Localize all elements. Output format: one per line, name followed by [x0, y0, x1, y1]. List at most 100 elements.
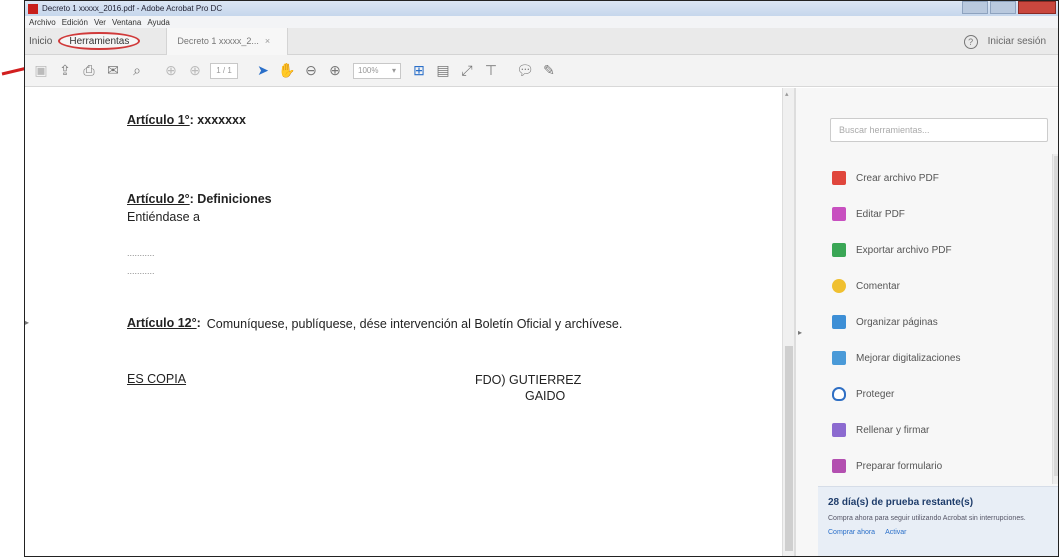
minimize-button[interactable]: [962, 1, 988, 14]
tool-organize-pages[interactable]: Organizar páginas: [832, 304, 961, 340]
article-2: Artículo 2°: Definiciones: [127, 192, 272, 206]
article-2-body: Entiéndase a: [127, 210, 200, 224]
tool-export-pdf[interactable]: Exportar archivo PDF: [832, 232, 961, 268]
signin-link[interactable]: Iniciar sesión: [988, 36, 1046, 47]
article-2-label: Artículo 2°: [127, 192, 190, 206]
window-controls: [962, 1, 1056, 14]
help-icon[interactable]: ?: [963, 34, 978, 49]
tool-enhance-scans[interactable]: Mejorar digitalizaciones: [832, 340, 961, 376]
scroll-up-icon[interactable]: ▴: [785, 90, 789, 98]
tools-scrollbar[interactable]: [1052, 154, 1058, 484]
tools-list: Crear archivo PDF Editar PDF Exportar ar…: [832, 160, 961, 484]
acrobat-window: Decreto 1 xxxxx_2016.pdf - Adobe Acrobat…: [24, 0, 1059, 557]
zoom-value: 100%: [358, 66, 379, 75]
tool-prepare-form[interactable]: Preparar formulario: [832, 448, 961, 484]
menu-bar: Archivo Edición Ver Ventana Ayuda: [25, 16, 1058, 28]
tool-comment[interactable]: Comentar: [832, 268, 961, 304]
previous-page-icon[interactable]: ⊕: [159, 59, 183, 83]
activate-link[interactable]: Activar: [885, 529, 906, 536]
tab-inicio[interactable]: Inicio: [25, 36, 58, 47]
signature-line-2: GAIDO: [525, 389, 566, 403]
edit-pdf-icon: [832, 207, 846, 221]
upload-cloud-icon[interactable]: ⇪: [53, 59, 77, 83]
save-icon[interactable]: ▣: [29, 59, 53, 83]
left-panel-toggle-icon[interactable]: ▸: [25, 318, 29, 327]
print-icon[interactable]: ⎙: [77, 59, 101, 83]
right-panel-toggle-icon[interactable]: ▸: [798, 328, 802, 337]
next-page-icon[interactable]: ⊕: [183, 59, 207, 83]
tools-pane: ▸ Buscar herramientas... Crear archivo P…: [795, 88, 1058, 556]
tool-label: Proteger: [856, 388, 895, 400]
menu-edicion[interactable]: Edición: [62, 18, 88, 27]
search-tools-input[interactable]: Buscar herramientas...: [830, 118, 1048, 142]
comment-icon[interactable]: 💬︎: [513, 59, 537, 83]
page-current: 1: [216, 66, 221, 75]
comment-bubble-icon: [832, 279, 846, 293]
select-cursor-icon[interactable]: ➤: [251, 59, 275, 83]
close-tab-icon[interactable]: ×: [265, 36, 270, 46]
tool-label: Comentar: [856, 280, 900, 292]
tool-label: Editar PDF: [856, 208, 905, 220]
trial-links: Comprar ahora Activar: [828, 529, 1051, 536]
export-pdf-icon: [832, 243, 846, 257]
trial-title: 28 día(s) de prueba restante(s): [828, 497, 974, 508]
tab-bar: Inicio Herramientas Decreto 1 xxxxx_2...…: [25, 27, 1058, 55]
tab-herramientas[interactable]: Herramientas: [58, 32, 141, 50]
article-1-label: Artículo 1°: [127, 113, 190, 127]
tool-protect[interactable]: Proteger: [832, 376, 961, 412]
header-right: ? Iniciar sesión: [963, 28, 1046, 55]
prepare-form-icon: [832, 459, 846, 473]
page-number-input[interactable]: 1 / 1: [210, 62, 238, 79]
tool-label: Crear archivo PDF: [856, 172, 939, 184]
tool-fill-sign[interactable]: Rellenar y firmar: [832, 412, 961, 448]
tool-label: Organizar páginas: [856, 316, 938, 328]
enhance-scans-icon: [832, 351, 846, 365]
search-icon[interactable]: ⌕: [125, 59, 149, 83]
es-copia: ES COPIA: [127, 372, 187, 386]
signature-block: FDO) GUTIERREZ GAIDO: [475, 372, 581, 404]
trial-banner: 28 día(s) de prueba restante(s) Compra a…: [818, 486, 1058, 556]
signature-line-1: FDO) GUTIERREZ: [475, 373, 582, 387]
tab-document[interactable]: Decreto 1 xxxxx_2... ×: [166, 27, 289, 55]
organize-pages-icon: [832, 315, 846, 329]
article-2-text: : Definiciones: [189, 192, 272, 206]
page-total: / 1: [222, 66, 232, 75]
scrollbar-thumb[interactable]: [1054, 156, 1058, 476]
chevron-down-icon: ▾: [391, 66, 396, 75]
close-window-button[interactable]: [1018, 1, 1056, 14]
article-1-text: : xxxxxxx: [189, 113, 246, 127]
email-icon[interactable]: ✉: [101, 59, 125, 83]
tool-label: Mejorar digitalizaciones: [856, 352, 961, 364]
marquee-zoom-icon[interactable]: ⊤: [479, 59, 503, 83]
zoom-in-icon[interactable]: ⊕: [323, 59, 347, 83]
hand-tool-icon[interactable]: ✋: [275, 59, 299, 83]
title-bar: Decreto 1 xxxxx_2016.pdf - Adobe Acrobat…: [25, 1, 1058, 16]
tool-create-pdf[interactable]: Crear archivo PDF: [832, 160, 961, 196]
zoom-out-icon[interactable]: ⊖: [299, 59, 323, 83]
scrollbar-thumb[interactable]: [785, 346, 793, 551]
tool-label: Preparar formulario: [856, 460, 943, 472]
menu-ver[interactable]: Ver: [94, 18, 106, 27]
window-title: Decreto 1 xxxxx_2016.pdf - Adobe Acrobat…: [42, 4, 223, 13]
menu-ayuda[interactable]: Ayuda: [147, 18, 170, 27]
sign-pen-icon[interactable]: ✎: [537, 59, 561, 83]
menu-ventana[interactable]: Ventana: [112, 18, 141, 27]
trial-text: Compra ahora para seguir utilizando Acro…: [828, 515, 1026, 522]
acrobat-logo-icon: [28, 3, 38, 14]
buy-now-link[interactable]: Comprar ahora: [828, 529, 875, 536]
tool-edit-pdf[interactable]: Editar PDF: [832, 196, 961, 232]
document-view[interactable]: ▸ Artículo 1°: xxxxxxx Artículo 2°: Defi…: [25, 88, 795, 556]
maximize-button[interactable]: [990, 1, 1016, 14]
ellipsis-line: ...........: [127, 248, 155, 258]
page-display-icon[interactable]: ▤: [431, 59, 455, 83]
document-scrollbar[interactable]: ▴: [782, 88, 794, 556]
article-12-label: Artículo 12°:: [127, 316, 201, 330]
article-12-text: Comuníquese, publíquese, dése intervenci…: [206, 317, 623, 331]
zoom-select[interactable]: 100% ▾: [353, 62, 401, 79]
toolbar: ▣ ⇪ ⎙ ✉ ⌕ ⊕ ⊕ 1 / 1 ➤ ✋ ⊖ ⊕ 100% ▾ ⊞ ▤ ⤢…: [25, 55, 1058, 87]
full-screen-icon[interactable]: ⤢: [455, 59, 479, 83]
tool-label: Rellenar y firmar: [856, 424, 930, 436]
fit-page-icon[interactable]: ⊞: [407, 59, 431, 83]
tool-label: Exportar archivo PDF: [856, 244, 952, 256]
menu-archivo[interactable]: Archivo: [29, 18, 56, 27]
